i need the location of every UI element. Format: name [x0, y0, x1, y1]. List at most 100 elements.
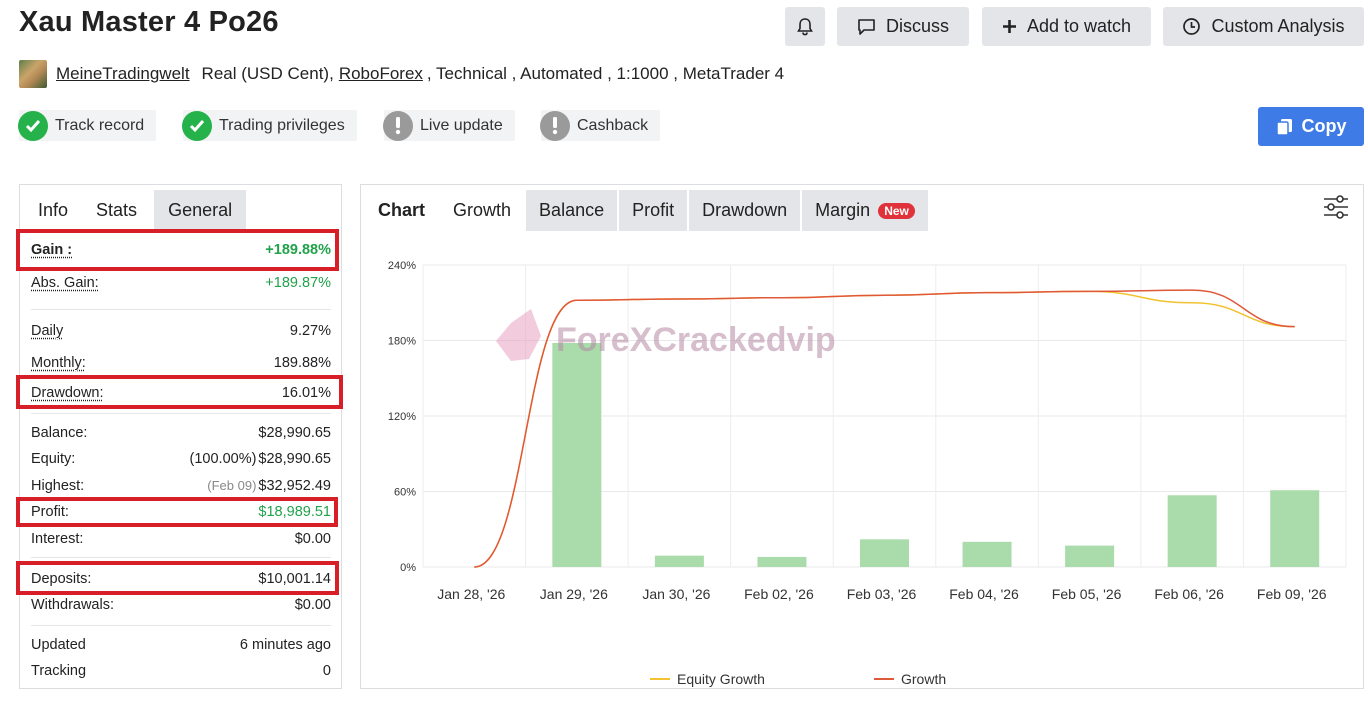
tab-profit[interactable]: Profit	[619, 190, 688, 231]
broker-link[interactable]: RoboForex	[339, 64, 423, 84]
bar	[1065, 545, 1115, 567]
badge-live-update[interactable]: Live update	[383, 110, 515, 141]
stat-withdrawals: Withdrawals: $0.00	[31, 596, 331, 614]
divider	[31, 625, 331, 626]
legend-label: Equity Growth	[677, 671, 765, 687]
highlight-box	[16, 229, 339, 271]
x-tick-label: Jan 28, '26	[437, 586, 505, 602]
x-tick-label: Feb 02, '26	[744, 586, 814, 602]
stat-interest: Interest: $0.00	[31, 530, 331, 548]
bar	[654, 555, 704, 567]
discuss-label: Discuss	[885, 16, 949, 36]
badge-cashback[interactable]: Cashback	[540, 110, 661, 141]
stat-label[interactable]: Daily	[31, 323, 63, 339]
check-circle-icon	[182, 110, 212, 141]
x-tick-label: Feb 05, '26	[1052, 586, 1122, 602]
stats-tabs: Info Stats General	[24, 190, 247, 231]
tab-info[interactable]: Info	[24, 190, 82, 231]
legend-swatch	[650, 678, 670, 680]
new-badge: New	[878, 202, 915, 219]
comment-icon	[858, 18, 875, 35]
x-tick-label: Jan 30, '26	[642, 586, 710, 602]
stat-label: Withdrawals:	[31, 597, 114, 613]
watermark-text: ForeXCrackedvip	[556, 321, 836, 359]
bar	[962, 541, 1012, 567]
watermark-shape	[496, 309, 541, 361]
custom-analysis-label: Custom Analysis	[1211, 16, 1345, 36]
stat-label[interactable]: Monthly:	[31, 355, 86, 371]
stat-value: +189.87%	[265, 275, 331, 291]
stat-value: $28,990.65	[258, 451, 331, 467]
page-title: Xau Master 4 Po26	[19, 6, 279, 38]
y-tick-label: 60%	[394, 487, 416, 499]
chart-settings-button[interactable]	[1323, 195, 1349, 224]
exclamation-circle-icon	[540, 110, 570, 141]
custom-analysis-button[interactable]: Custom Analysis	[1163, 7, 1364, 46]
badge-label: Trading privileges	[219, 116, 345, 134]
account-meta: MeineTradingwelt Real (USD Cent), RoboFo…	[19, 60, 784, 88]
stat-label: Balance:	[31, 425, 88, 441]
x-tick-label: Jan 29, '26	[540, 586, 608, 602]
badge-label: Live update	[420, 116, 503, 134]
stat-label: Tracking	[31, 663, 87, 679]
chart-panel: Chart Growth Balance Profit Drawdown Mar…	[360, 184, 1364, 689]
tab-balance[interactable]: Balance	[526, 190, 618, 231]
stat-label[interactable]: Abs. Gain:	[31, 275, 99, 291]
tab-general[interactable]: General	[154, 190, 247, 231]
stat-abs-gain: Abs. Gain: +189.87%	[31, 274, 331, 292]
copy-button[interactable]: Copy	[1258, 107, 1364, 146]
copy-icon	[1275, 118, 1292, 136]
stat-equity: Equity: (100.00%) $28,990.65	[31, 450, 331, 468]
author-link[interactable]: MeineTradingwelt	[56, 64, 190, 84]
stat-tracking: Tracking 0	[31, 662, 331, 680]
divider	[31, 413, 331, 414]
tab-margin-label: Margin	[815, 200, 871, 220]
add-to-watch-button[interactable]: Add to watch	[982, 7, 1151, 46]
y-tick-label: 120%	[388, 411, 416, 423]
x-tick-label: Feb 09, '26	[1257, 586, 1327, 602]
watermark-logo: ForeXCrackedvip	[496, 309, 836, 361]
stat-note: (Feb 09)	[207, 478, 257, 493]
stat-daily: Daily 9.27%	[31, 322, 331, 340]
stat-label: Updated	[31, 637, 86, 653]
stat-label: Equity:	[31, 451, 76, 467]
x-tick-label: Feb 03, '26	[847, 586, 917, 602]
account-type: Real (USD Cent),	[201, 64, 334, 83]
clock-icon	[1183, 18, 1201, 35]
badge-track-record[interactable]: Track record	[18, 110, 157, 141]
tab-margin[interactable]: Margin New	[802, 190, 928, 231]
badge-trading-privileges[interactable]: Trading privileges	[182, 110, 357, 141]
check-circle-icon	[18, 110, 48, 141]
stat-note: (100.00%)	[189, 451, 257, 467]
tab-drawdown[interactable]: Drawdown	[689, 190, 801, 231]
bar	[1167, 495, 1217, 567]
growth-chart-svg: 0% 60% 120% 180% 240% Jan 28, '26 Jan 29, '26 J…	[388, 260, 1347, 602]
plus-icon	[1002, 20, 1016, 33]
add-to-watch-label: Add to watch	[1026, 16, 1132, 36]
copy-label: Copy	[1301, 116, 1347, 136]
stat-updated: Updated 6 minutes ago	[31, 636, 331, 654]
growth-chart: 0% 60% 120% 180% 240% Jan 28, '26 Jan 29, '26 J…	[361, 231, 1363, 688]
stat-value: $28,990.65	[258, 425, 331, 441]
exclamation-circle-icon	[383, 110, 413, 141]
avatar[interactable]	[19, 60, 47, 88]
y-tick-label: 0%	[400, 562, 416, 574]
stat-value: $0.00	[294, 531, 331, 547]
notification-bell-button[interactable]	[785, 7, 825, 46]
stat-value: 0	[322, 663, 331, 679]
tab-growth[interactable]: Growth	[440, 190, 525, 231]
y-tick-label: 240%	[388, 260, 416, 272]
discuss-button[interactable]: Discuss	[837, 7, 969, 46]
x-tick-label: Feb 06, '26	[1154, 586, 1224, 602]
legend-growth[interactable]: Growth	[874, 671, 946, 687]
stat-label: Highest:	[31, 478, 85, 494]
stat-monthly: Monthly: 189.88%	[31, 354, 331, 372]
highlight-box	[16, 497, 338, 527]
bar	[860, 539, 909, 567]
tab-stats[interactable]: Stats	[82, 190, 152, 231]
badge-label: Track record	[55, 116, 145, 134]
stat-highest: Highest: (Feb 09) $32,952.49	[31, 477, 331, 495]
legend-equity-growth[interactable]: Equity Growth	[650, 671, 765, 687]
divider	[31, 309, 331, 310]
highlight-box	[16, 561, 339, 595]
